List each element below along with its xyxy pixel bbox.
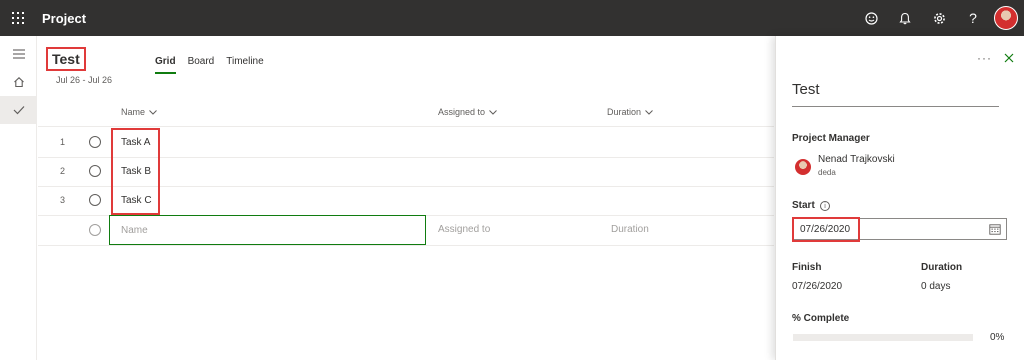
project-manager-sub: deda <box>818 168 836 177</box>
title-underline <box>792 106 999 107</box>
calendar-icon[interactable] <box>989 223 1001 235</box>
feedback-smiley-icon[interactable] <box>854 0 888 36</box>
project-manager-name[interactable]: Nenad Trajkovski <box>818 154 895 165</box>
help-icon[interactable]: ? <box>956 0 990 36</box>
gear-icon[interactable] <box>922 0 956 36</box>
duration-value[interactable]: 0 days <box>921 281 950 292</box>
info-icon[interactable]: i <box>820 201 830 211</box>
project-manager-avatar <box>795 159 811 175</box>
pane-project-title[interactable]: Test <box>792 81 820 98</box>
grid-divider <box>38 245 774 246</box>
new-task-duration-input[interactable]: Duration <box>611 224 649 235</box>
complete-task-circle-icon <box>89 224 101 236</box>
project-date-range: Jul 26 - Jul 26 <box>56 75 113 85</box>
chevron-down-icon <box>489 109 497 115</box>
highlight-box <box>111 128 160 215</box>
complete-task-circle-icon[interactable] <box>89 136 101 148</box>
start-label: Start <box>792 200 815 211</box>
column-header-duration[interactable]: Duration <box>607 107 653 117</box>
percent-complete-value: 0% <box>990 332 1005 343</box>
pane-actions: ··· <box>977 51 1014 66</box>
new-task-name-input[interactable]: Name <box>109 215 426 245</box>
app-title[interactable]: Project <box>42 11 86 26</box>
complete-task-circle-icon[interactable] <box>89 194 101 206</box>
new-task-name-placeholder: Name <box>121 225 148 236</box>
project-details-pane: ··· Test Project Manager Nenad Trajkovsk… <box>775 36 1024 360</box>
column-header-assigned[interactable]: Assigned to <box>438 107 497 117</box>
hamburger-menu-icon[interactable] <box>0 40 37 68</box>
row-number: 3 <box>60 195 66 205</box>
left-rail <box>0 36 37 360</box>
bell-icon[interactable] <box>888 0 922 36</box>
view-tabs: Grid Board Timeline <box>155 56 264 74</box>
top-bar: Project ? <box>0 0 1024 36</box>
chevron-down-icon <box>645 109 653 115</box>
finish-date-value[interactable]: 07/26/2020 <box>792 281 842 292</box>
home-icon[interactable] <box>0 68 37 96</box>
column-header-duration-label: Duration <box>607 107 642 117</box>
new-task-row[interactable]: Name Assigned to Duration <box>38 215 774 245</box>
tab-board[interactable]: Board <box>188 56 215 74</box>
tab-grid[interactable]: Grid <box>155 56 176 74</box>
column-header-name[interactable]: Name <box>121 107 157 117</box>
column-header-assigned-label: Assigned to <box>438 107 486 117</box>
project-manager-label: Project Manager <box>792 133 870 144</box>
row-number: 2 <box>60 166 66 176</box>
percent-complete-bar[interactable] <box>793 334 973 341</box>
more-options-icon[interactable]: ··· <box>977 51 992 66</box>
column-header-name-label: Name <box>121 107 146 117</box>
project-title[interactable]: Test <box>46 47 86 71</box>
my-tasks-check-icon[interactable] <box>0 96 37 124</box>
highlight-box <box>792 217 860 242</box>
grid-divider <box>38 126 774 127</box>
chevron-down-icon <box>149 109 157 115</box>
main-grid-view: Test Jul 26 - Jul 26 Grid Board Timeline… <box>38 36 774 360</box>
close-icon[interactable] <box>1004 51 1014 66</box>
user-avatar[interactable] <box>994 6 1018 30</box>
tab-timeline[interactable]: Timeline <box>226 56 263 74</box>
row-number: 1 <box>60 137 66 147</box>
app-launcher-icon[interactable] <box>0 0 36 36</box>
duration-label: Duration <box>921 262 963 273</box>
new-task-assigned-input[interactable]: Assigned to <box>438 224 490 235</box>
percent-complete-label: % Complete <box>792 313 850 324</box>
finish-label: Finish <box>792 262 822 273</box>
complete-task-circle-icon[interactable] <box>89 165 101 177</box>
